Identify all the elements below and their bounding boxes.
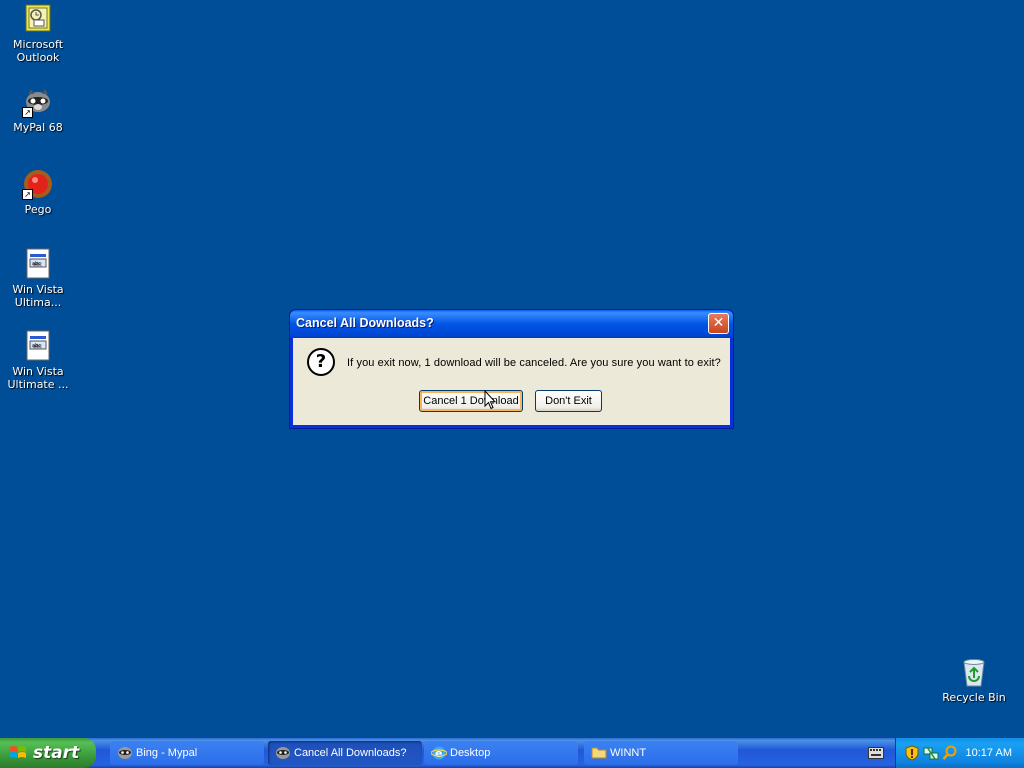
- cancel-downloads-dialog: Cancel All Downloads? ✕ ? If you exit no…: [290, 310, 733, 428]
- desktop-icon-win-vista-1[interactable]: abc Win Vista Ultima...: [0, 248, 76, 309]
- start-button[interactable]: start: [0, 738, 96, 768]
- desktop-icon-outlook[interactable]: Microsoft Outlook: [0, 3, 76, 64]
- desktop-icon-win-vista-2[interactable]: abc Win Vista Ultimate ...: [0, 330, 76, 391]
- ie-icon: e: [431, 746, 447, 760]
- taskbar-item-desktop[interactable]: e Desktop: [424, 741, 578, 765]
- mypal-icon: ↗: [22, 86, 54, 118]
- taskbar-item-winnt[interactable]: WINNT: [584, 741, 738, 765]
- mypal-icon: [276, 747, 290, 759]
- taskbar-item-label: Desktop: [450, 747, 491, 759]
- taskbar-item-label: Cancel All Downloads?: [294, 747, 407, 759]
- desktop-icon-label: Win Vista Ultimate ...: [7, 365, 69, 391]
- shield-icon[interactable]: [904, 745, 920, 761]
- dialog-message: If you exit now, 1 download will be canc…: [347, 357, 721, 369]
- svg-text:abc: abc: [32, 343, 41, 349]
- clock[interactable]: 10:17 AM: [966, 738, 1012, 768]
- svg-text:e: e: [435, 747, 442, 760]
- windows-flag-icon: [10, 746, 26, 758]
- shortcut-arrow-icon: ↗: [22, 107, 33, 118]
- dialog-title: Cancel All Downloads?: [296, 316, 434, 330]
- start-label: start: [33, 743, 80, 763]
- dialog-body: ? If you exit now, 1 download will be ca…: [293, 338, 730, 425]
- search-icon[interactable]: [942, 745, 958, 761]
- desktop-icon-label: Pego: [24, 203, 52, 216]
- recycle-bin-icon: [958, 656, 990, 688]
- keyboard-icon[interactable]: [868, 747, 884, 759]
- taskbar: start Bing - Mypal Cancel All Downloads?…: [0, 738, 1024, 768]
- desktop-icon-label: Recycle Bin: [942, 691, 1006, 704]
- taskbar-item-label: Bing - Mypal: [136, 747, 198, 759]
- cancel-download-button[interactable]: Cancel 1 Download: [419, 390, 523, 412]
- taskbar-item-cancel-downloads[interactable]: Cancel All Downloads?: [268, 741, 422, 765]
- mouse-cursor-icon: [484, 390, 496, 410]
- system-tray: 10:17 AM: [895, 738, 1024, 768]
- shortcut-arrow-icon: ↗: [22, 189, 33, 200]
- desktop-icon-recycle-bin[interactable]: Recycle Bin: [936, 656, 1012, 704]
- network-icon[interactable]: [923, 745, 939, 761]
- desktop-icon-label: MyPal 68: [13, 121, 63, 134]
- desktop-icon-mypal[interactable]: ↗ MyPal 68: [0, 86, 76, 134]
- outlook-icon: [22, 3, 54, 35]
- folder-icon: [591, 747, 607, 759]
- mypal-icon: [118, 747, 132, 759]
- taskbar-item-bing-mypal[interactable]: Bing - Mypal: [110, 741, 264, 765]
- desktop-icon-pego[interactable]: ↗ Pego: [0, 168, 76, 216]
- desktop-icon-label: Microsoft Outlook: [12, 38, 64, 64]
- dont-exit-button[interactable]: Don't Exit: [535, 390, 602, 412]
- question-icon: ?: [307, 348, 335, 376]
- svg-text:abc: abc: [32, 261, 41, 267]
- taskbar-item-label: WINNT: [610, 747, 647, 759]
- desktop-icon-label: Win Vista Ultima...: [12, 283, 64, 309]
- close-icon[interactable]: ✕: [708, 313, 729, 334]
- dialog-titlebar[interactable]: Cancel All Downloads? ✕: [290, 310, 733, 338]
- document-icon: abc: [22, 248, 54, 280]
- pego-icon: ↗: [22, 168, 54, 200]
- document-icon: abc: [22, 330, 54, 362]
